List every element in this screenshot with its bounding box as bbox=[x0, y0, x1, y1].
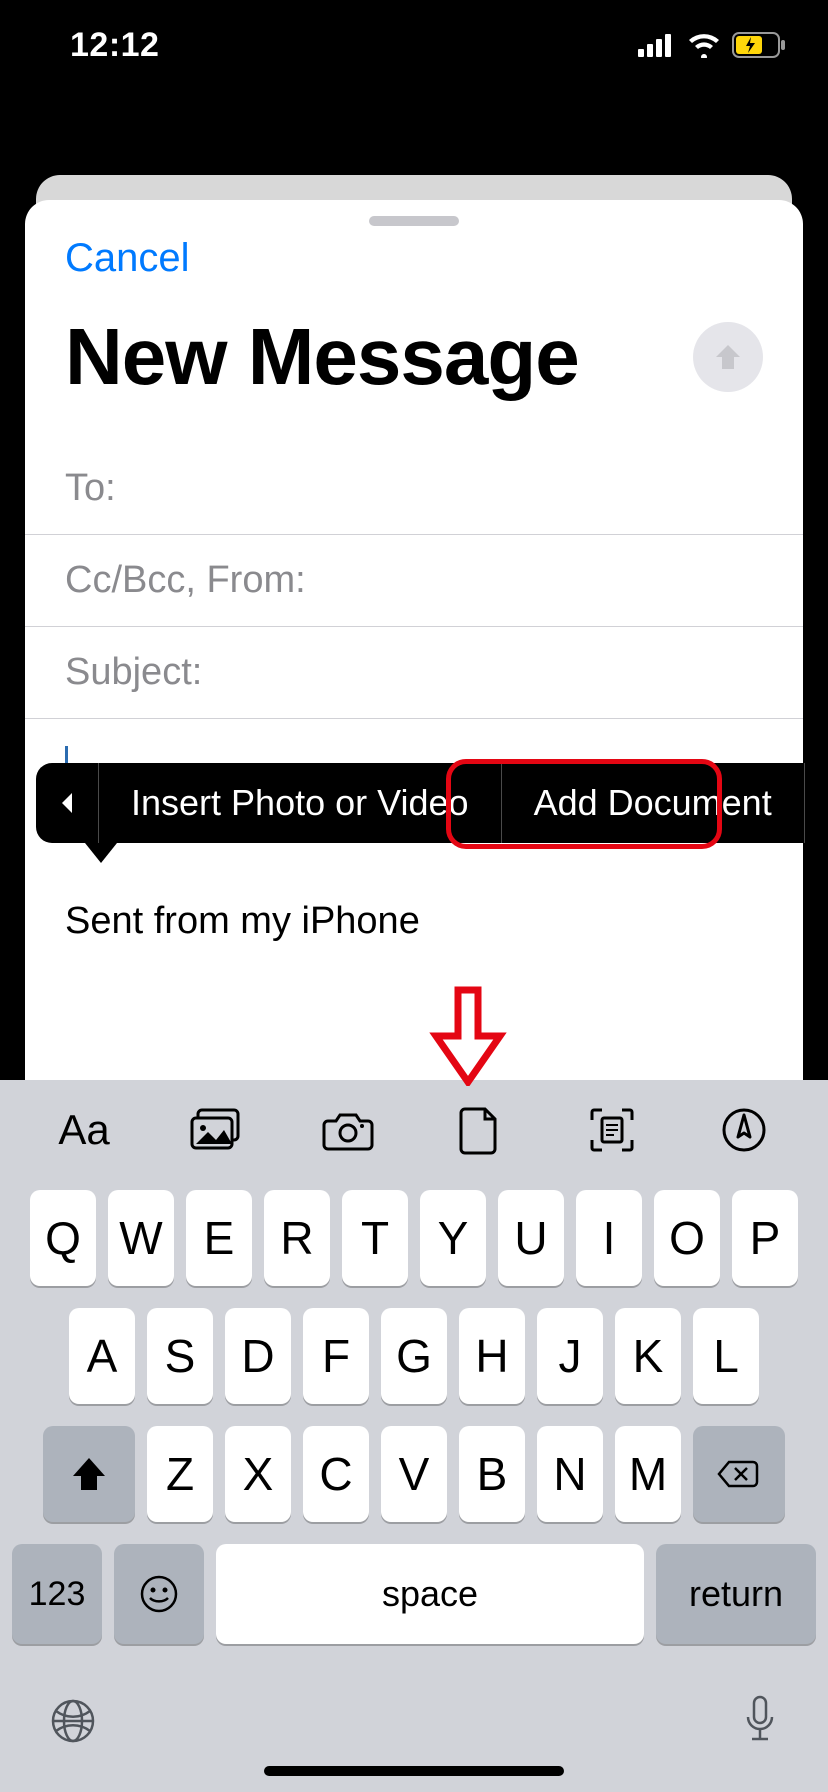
key-p[interactable]: P bbox=[732, 1190, 798, 1286]
camera-icon bbox=[322, 1109, 374, 1151]
key-o[interactable]: O bbox=[654, 1190, 720, 1286]
battery-icon bbox=[732, 32, 788, 58]
key-y[interactable]: Y bbox=[420, 1190, 486, 1286]
subject-label: Subject: bbox=[65, 651, 202, 694]
to-field[interactable]: To: bbox=[25, 443, 803, 535]
scan-document-button[interactable] bbox=[582, 1100, 642, 1160]
keyboard-row-3: Z X C V B N M bbox=[8, 1426, 820, 1522]
key-q[interactable]: Q bbox=[30, 1190, 96, 1286]
edit-menu-callout: Insert Photo or Video Add Document bbox=[36, 763, 828, 843]
emoji-key[interactable] bbox=[114, 1544, 204, 1644]
key-s[interactable]: S bbox=[147, 1308, 213, 1404]
key-v[interactable]: V bbox=[381, 1426, 447, 1522]
ccbcc-label: Cc/Bcc, From: bbox=[65, 559, 306, 602]
shift-key[interactable] bbox=[43, 1426, 135, 1522]
ccbcc-from-field[interactable]: Cc/Bcc, From: bbox=[25, 535, 803, 627]
key-j[interactable]: J bbox=[537, 1308, 603, 1404]
key-k[interactable]: K bbox=[615, 1308, 681, 1404]
key-t[interactable]: T bbox=[342, 1190, 408, 1286]
return-key[interactable]: return bbox=[656, 1544, 816, 1644]
space-key[interactable]: space bbox=[216, 1544, 644, 1644]
keyboard-row-4: 123 space return bbox=[8, 1544, 820, 1644]
key-b[interactable]: B bbox=[459, 1426, 525, 1522]
scan-icon bbox=[588, 1106, 636, 1154]
globe-icon bbox=[48, 1696, 98, 1746]
text-format-button[interactable]: Aa bbox=[54, 1100, 114, 1160]
status-icons bbox=[638, 32, 788, 58]
key-i[interactable]: I bbox=[576, 1190, 642, 1286]
keyboard-row-2: A S D F G H J K L bbox=[8, 1308, 820, 1404]
key-c[interactable]: C bbox=[303, 1426, 369, 1522]
callout-next-button[interactable] bbox=[805, 763, 828, 843]
home-indicator[interactable] bbox=[264, 1766, 564, 1776]
markup-icon bbox=[721, 1107, 767, 1153]
key-u[interactable]: U bbox=[498, 1190, 564, 1286]
cancel-button[interactable]: Cancel bbox=[65, 236, 190, 281]
shift-icon bbox=[69, 1454, 109, 1494]
microphone-icon bbox=[740, 1693, 780, 1749]
key-z[interactable]: Z bbox=[147, 1426, 213, 1522]
insert-photo-video-button[interactable]: Insert Photo or Video bbox=[99, 763, 502, 843]
key-g[interactable]: G bbox=[381, 1308, 447, 1404]
callout-tail bbox=[85, 843, 117, 863]
keyboard-row-1: Q W E R T Y U I O P bbox=[8, 1190, 820, 1286]
photos-icon bbox=[188, 1108, 244, 1152]
key-r[interactable]: R bbox=[264, 1190, 330, 1286]
globe-key[interactable] bbox=[48, 1696, 98, 1746]
key-h[interactable]: H bbox=[459, 1308, 525, 1404]
signature-text: Sent from my iPhone bbox=[65, 900, 763, 943]
message-body[interactable]: Sent from my iPhone bbox=[25, 719, 803, 969]
subject-field[interactable]: Subject: bbox=[25, 627, 803, 719]
chevron-left-icon bbox=[58, 791, 76, 815]
status-bar: 12:12 bbox=[0, 0, 828, 90]
numbers-key[interactable]: 123 bbox=[12, 1544, 102, 1644]
callout-prev-button[interactable] bbox=[36, 763, 99, 843]
sheet-grabber[interactable] bbox=[369, 216, 459, 226]
key-n[interactable]: N bbox=[537, 1426, 603, 1522]
key-a[interactable]: A bbox=[69, 1308, 135, 1404]
attach-document-button[interactable] bbox=[450, 1100, 510, 1160]
compose-title: New Message bbox=[65, 311, 579, 403]
arrow-up-icon bbox=[710, 339, 746, 375]
camera-button[interactable] bbox=[318, 1100, 378, 1160]
keyboard-toolbar: Aa bbox=[0, 1080, 828, 1180]
keyboard-footer bbox=[0, 1666, 828, 1776]
dictation-key[interactable] bbox=[740, 1693, 780, 1749]
emoji-icon bbox=[139, 1574, 179, 1614]
key-x[interactable]: X bbox=[225, 1426, 291, 1522]
photo-library-button[interactable] bbox=[186, 1100, 246, 1160]
wifi-icon bbox=[686, 32, 722, 58]
key-f[interactable]: F bbox=[303, 1308, 369, 1404]
cellular-icon bbox=[638, 33, 676, 57]
status-time: 12:12 bbox=[70, 26, 159, 65]
backspace-icon bbox=[717, 1458, 761, 1490]
keyboard: Aa Q W E R T Y bbox=[0, 1080, 828, 1792]
add-document-button[interactable]: Add Document bbox=[502, 763, 805, 843]
backspace-key[interactable] bbox=[693, 1426, 785, 1522]
key-l[interactable]: L bbox=[693, 1308, 759, 1404]
send-button[interactable] bbox=[693, 322, 763, 392]
key-m[interactable]: M bbox=[615, 1426, 681, 1522]
key-d[interactable]: D bbox=[225, 1308, 291, 1404]
to-label: To: bbox=[65, 467, 116, 510]
key-e[interactable]: E bbox=[186, 1190, 252, 1286]
markup-button[interactable] bbox=[714, 1100, 774, 1160]
key-w[interactable]: W bbox=[108, 1190, 174, 1286]
document-icon bbox=[459, 1105, 501, 1155]
